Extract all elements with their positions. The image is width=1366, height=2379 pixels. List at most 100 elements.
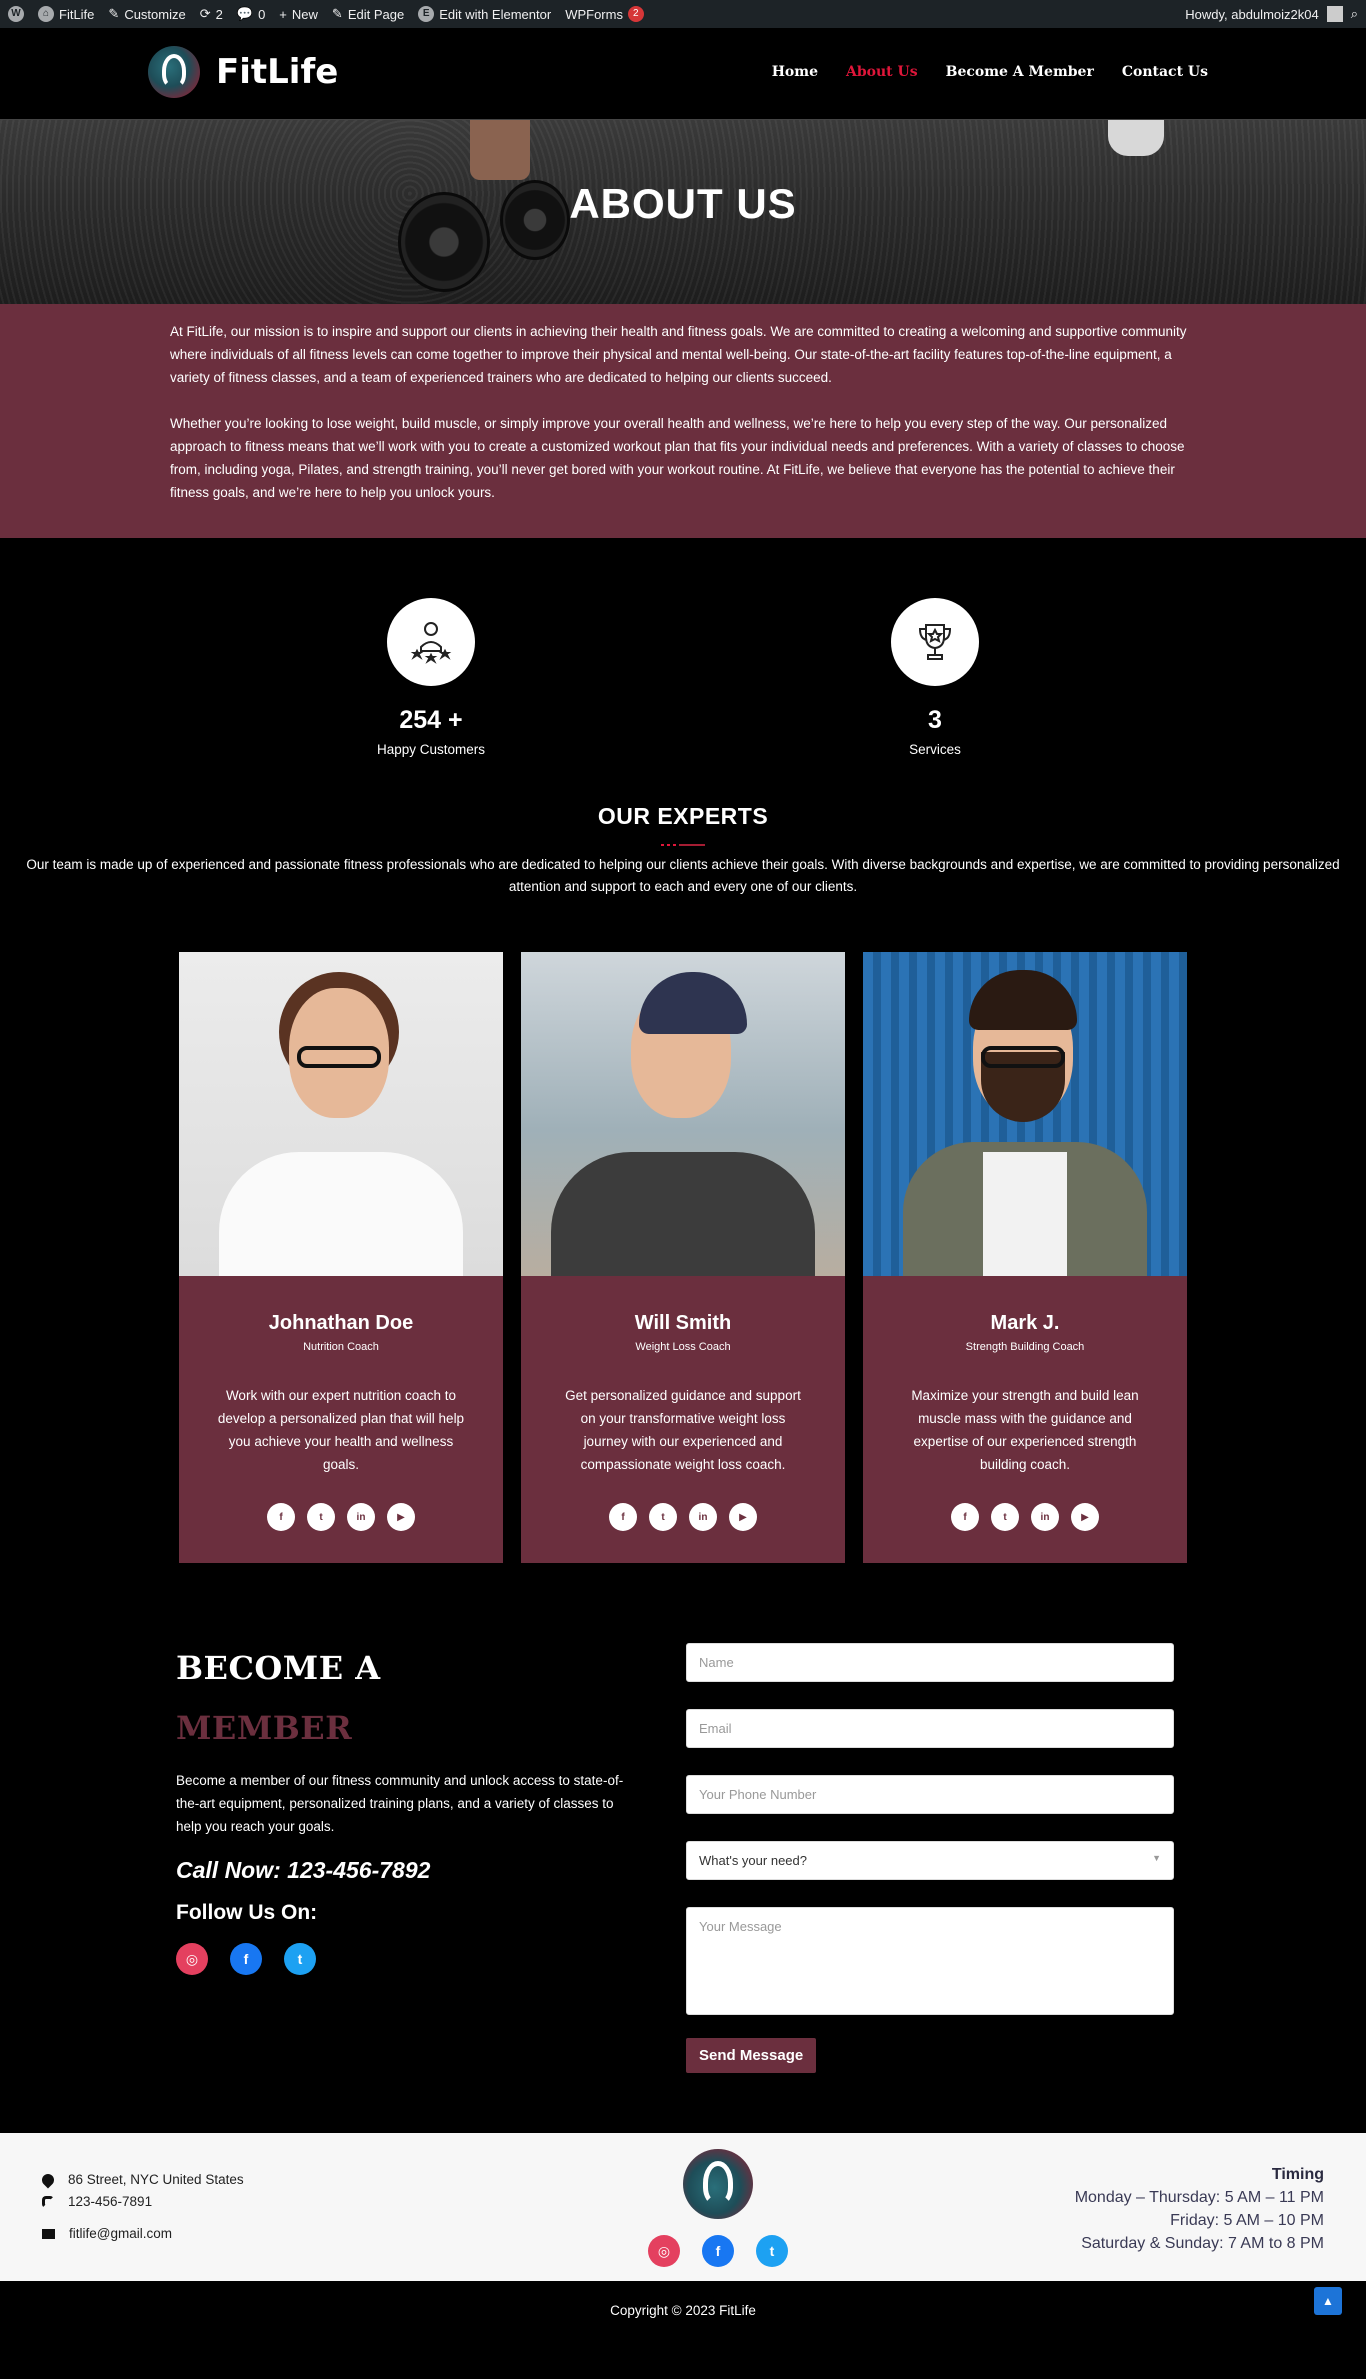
timing-row: Saturday & Sunday: 7 AM to 8 PM xyxy=(1081,2235,1324,2252)
stat-services: 3 Services xyxy=(835,598,1035,757)
wordpress-menu[interactable]: W xyxy=(8,6,24,22)
need-select[interactable]: What's your need? ▼ xyxy=(686,1841,1174,1880)
elementor-label: Edit with Elementor xyxy=(439,6,552,22)
updates-count: 2 xyxy=(215,6,223,22)
expert-role: Strength Building Coach xyxy=(965,1341,1085,1353)
chevron-down-icon: ▼ xyxy=(1152,1853,1161,1863)
site-footer: 86 Street, NYC United States 123-456-789… xyxy=(0,2133,1366,2281)
about-section: At FitLife, our mission is to inspire an… xyxy=(0,304,1366,538)
footer-phone[interactable]: 123-456-7891 xyxy=(42,2191,244,2213)
scroll-to-top-button[interactable]: ▲ xyxy=(1314,2287,1342,2315)
youtube-icon[interactable]: ▶ xyxy=(1071,1503,1099,1531)
timing-block: Timing Monday – Thursday: 5 AM – 11 PM F… xyxy=(1075,2163,1324,2255)
twitter-icon[interactable]: t xyxy=(991,1503,1019,1531)
site-name-link[interactable]: ⌂ FitLife xyxy=(38,6,94,22)
account-menu[interactable]: Howdy, abdulmoiz2k04 xyxy=(1185,7,1318,22)
expert-photo xyxy=(863,952,1187,1276)
youtube-icon[interactable]: ▶ xyxy=(387,1503,415,1531)
instagram-icon[interactable]: ◎ xyxy=(648,2235,680,2267)
nav-about-us[interactable]: About Us xyxy=(846,64,918,80)
member-section: BECOME A MEMBER Become a member of our f… xyxy=(0,1563,1366,2133)
facebook-icon[interactable]: f xyxy=(609,1503,637,1531)
about-paragraph-1: At FitLife, our mission is to inspire an… xyxy=(170,324,1187,385)
site-logo[interactable]: FitLife xyxy=(148,46,338,98)
comments-count: 0 xyxy=(258,6,266,22)
wpforms-label: WPForms xyxy=(565,6,623,22)
logo-icon xyxy=(148,46,200,98)
customers-icon xyxy=(387,598,475,686)
location-pin-icon xyxy=(39,2171,57,2189)
wpforms-badge: 2 xyxy=(627,6,644,22)
stat-label: Services xyxy=(909,742,961,757)
edit-page-label: Edit Page xyxy=(347,6,405,22)
facebook-icon[interactable]: f xyxy=(230,1943,262,1975)
title-divider xyxy=(657,844,709,846)
linkedin-icon[interactable]: in xyxy=(1031,1503,1059,1531)
linkedin-icon[interactable]: in xyxy=(689,1503,717,1531)
stat-number: 254 + xyxy=(399,706,463,734)
stat-customers: 254 + Happy Customers xyxy=(331,598,531,757)
youtube-icon[interactable]: ▶ xyxy=(729,1503,757,1531)
expert-description: Maximize your strength and build lean mu… xyxy=(911,1388,1139,1472)
site-name-label: FitLife xyxy=(59,6,95,22)
phone-field[interactable]: Your Phone Number xyxy=(686,1775,1174,1814)
new-label: New xyxy=(291,6,318,22)
twitter-icon[interactable]: t xyxy=(284,1943,316,1975)
address-text: 86 Street, NYC United States xyxy=(68,2172,244,2187)
name-field[interactable]: Name xyxy=(686,1643,1174,1682)
trophy-icon xyxy=(891,598,979,686)
avatar[interactable] xyxy=(1326,6,1343,22)
experts-intro: Our team is made up of experienced and p… xyxy=(26,857,1340,894)
stat-number: 3 xyxy=(928,706,942,734)
site-header: FitLife Home About Us Become A Member Co… xyxy=(0,28,1366,120)
elementor-link[interactable]: E Edit with Elementor xyxy=(418,6,551,22)
twitter-icon[interactable]: t xyxy=(307,1503,335,1531)
customize-label: Customize xyxy=(124,6,186,22)
updates-link[interactable]: ⟳ 2 xyxy=(200,6,223,22)
facebook-icon[interactable]: f xyxy=(951,1503,979,1531)
email-text: fitlife@gmail.com xyxy=(69,2226,172,2241)
search-icon[interactable]: ⌕ xyxy=(1351,6,1358,22)
experts-title: OUR EXPERTS xyxy=(597,803,769,829)
twitter-icon[interactable]: t xyxy=(756,2235,788,2267)
timing-row: Monday – Thursday: 5 AM – 11 PM xyxy=(1074,2189,1324,2206)
about-paragraph-2: Whether you’re looking to lose weight, b… xyxy=(170,416,1185,500)
expert-name: Mark J. xyxy=(990,1312,1060,1334)
member-title-accent: MEMBER xyxy=(176,1709,353,1747)
facebook-icon[interactable]: f xyxy=(702,2235,734,2267)
email-field[interactable]: Email xyxy=(686,1709,1174,1748)
nav-contact-us[interactable]: Contact Us xyxy=(1122,64,1208,80)
plus-icon: + xyxy=(279,6,287,22)
linkedin-icon[interactable]: in xyxy=(347,1503,375,1531)
wpforms-link[interactable]: WPForms 2 xyxy=(565,6,644,22)
envelope-icon xyxy=(42,2229,55,2239)
footer-address: 86 Street, NYC United States xyxy=(39,2169,244,2191)
footer-logo-icon[interactable] xyxy=(683,2149,753,2219)
instagram-icon[interactable]: ◎ xyxy=(176,1943,208,1975)
footer-email[interactable]: fitlife@gmail.com xyxy=(42,2223,244,2245)
expert-role: Weight Loss Coach xyxy=(635,1341,731,1353)
stats-section: 254 + Happy Customers 3 Services xyxy=(0,538,1366,803)
pencil-icon: ✎ xyxy=(331,6,343,21)
message-field[interactable]: Your Message xyxy=(686,1907,1174,2015)
expert-description: Work with our expert nutrition coach to … xyxy=(217,1388,465,1472)
wordpress-icon: W xyxy=(8,6,24,22)
facebook-icon[interactable]: f xyxy=(267,1503,295,1531)
nav-home[interactable]: Home xyxy=(772,64,818,80)
twitter-icon[interactable]: t xyxy=(649,1503,677,1531)
copyright-bar: Copyright © 2023 FitLife ▲ xyxy=(0,2281,1366,2339)
updates-icon: ⟳ xyxy=(199,6,211,21)
home-icon: ⌂ xyxy=(38,6,54,22)
customize-link[interactable]: ✎ Customize xyxy=(108,6,185,22)
expert-photo xyxy=(521,952,845,1276)
comment-icon: 💬 xyxy=(236,6,254,21)
new-content-link[interactable]: + New xyxy=(279,7,318,22)
page-title: ABOUT US xyxy=(569,180,797,227)
send-message-button[interactable]: Send Message xyxy=(686,2038,817,2073)
edit-page-link[interactable]: ✎ Edit Page xyxy=(332,6,404,22)
expert-card: Will Smith Weight Loss Coach Get persona… xyxy=(521,952,845,1563)
nav-become-member[interactable]: Become A Member xyxy=(946,64,1094,80)
call-now[interactable]: Call Now: 123-456-7892 xyxy=(176,1857,656,1884)
comments-link[interactable]: 💬 0 xyxy=(237,6,265,22)
member-form: Name Email Your Phone Number What's your… xyxy=(686,1643,1174,2073)
